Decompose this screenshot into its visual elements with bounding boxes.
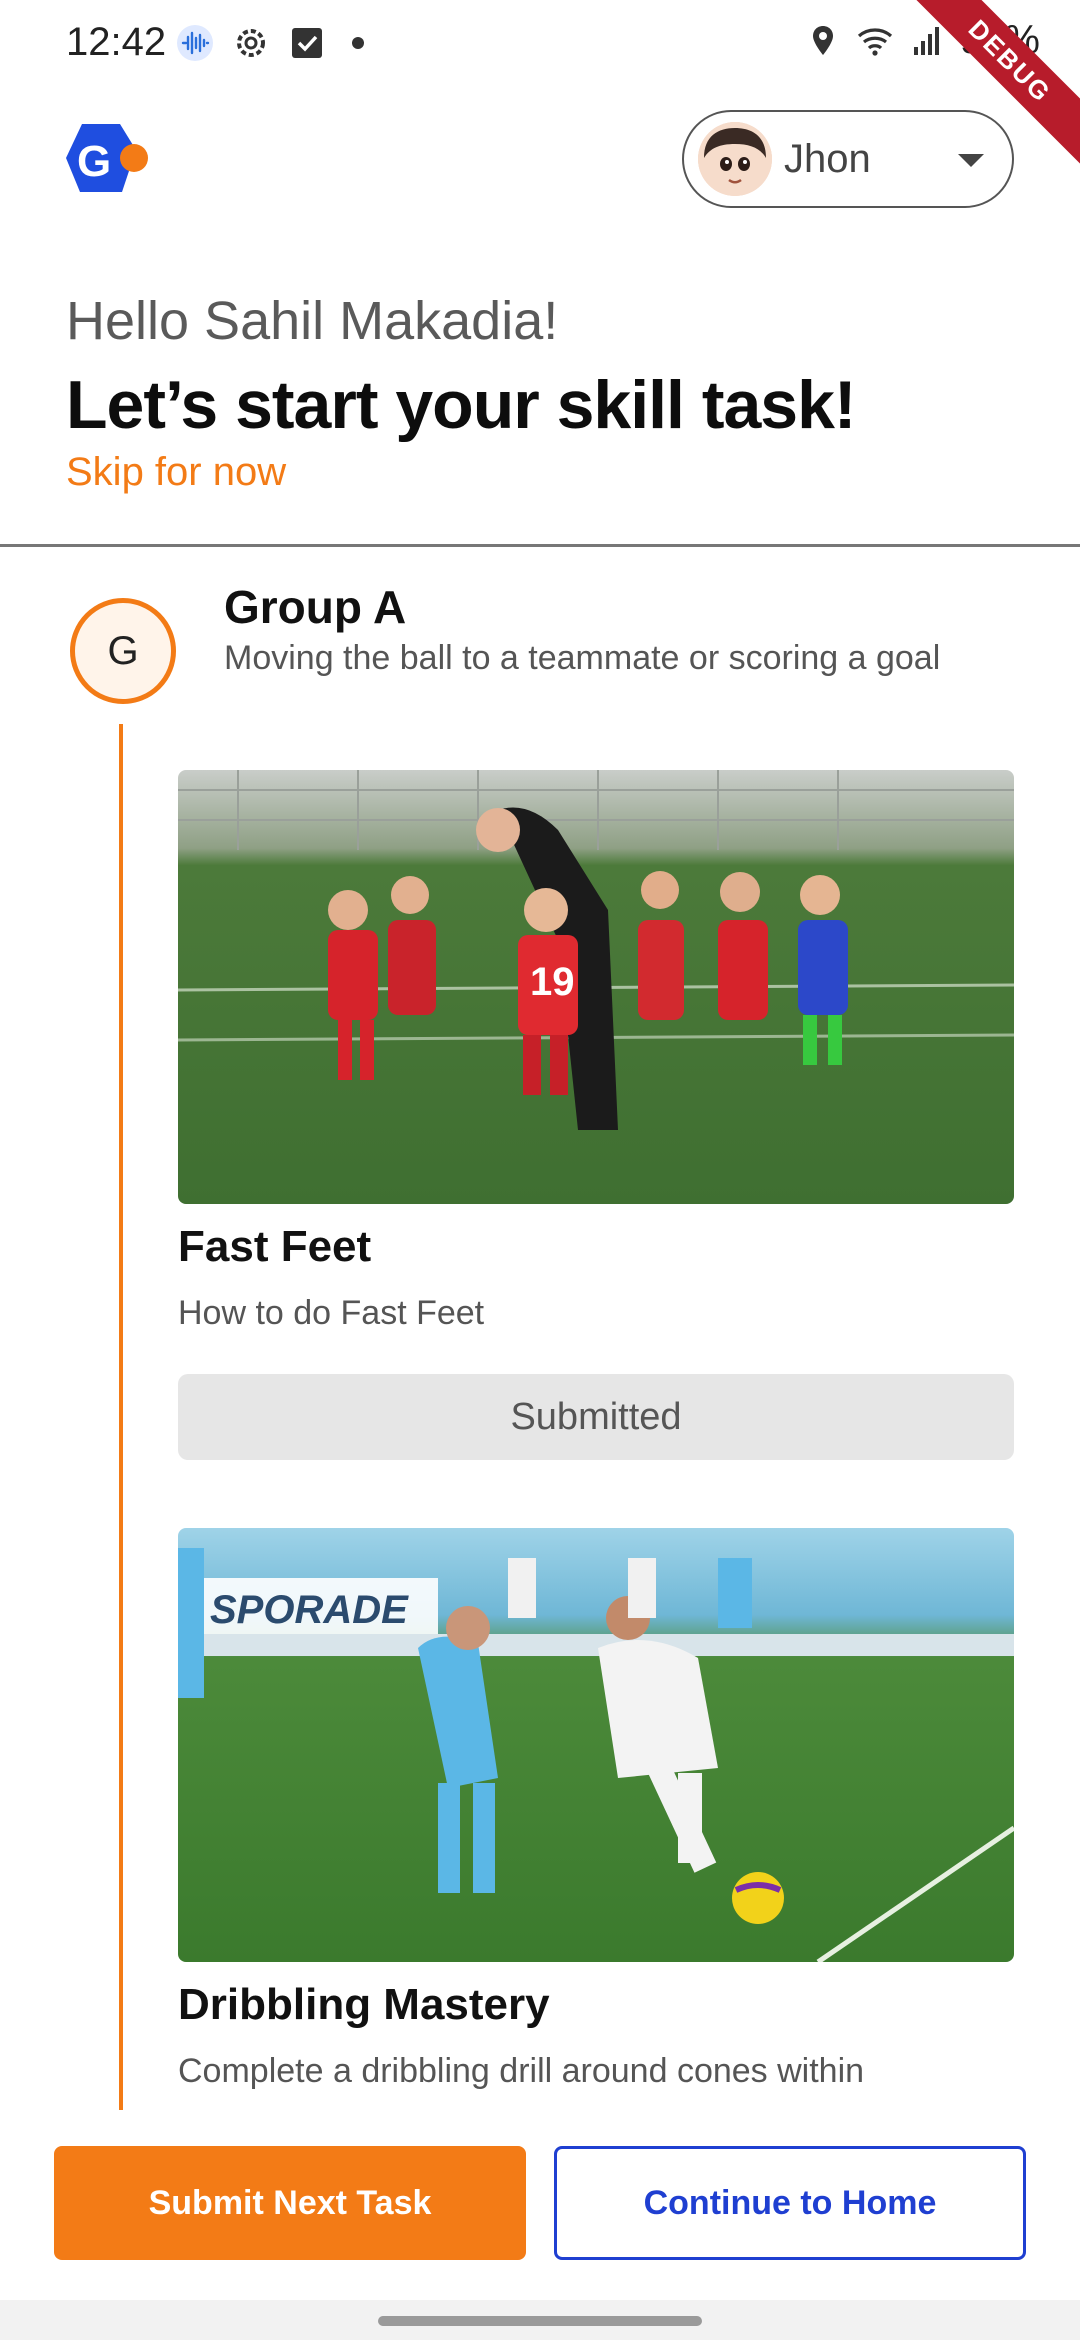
checkbox-icon [292, 28, 322, 58]
logo-mark-icon: G [66, 124, 148, 192]
task-title: Dribbling Mastery [178, 1980, 550, 2029]
group-badge-letter: G [107, 628, 139, 673]
user-avatar-icon [698, 122, 772, 196]
pro-soccer-photo: SPORADE [178, 1528, 1014, 1962]
status-bar: 12:42 99% DEBUG [0, 0, 1080, 177]
task-image-dribbling-mastery[interactable]: SPORADE [178, 1528, 1014, 1962]
wifi-icon [857, 27, 892, 56]
task-description: Complete a dribbling drill around cones … [178, 2052, 865, 2090]
app-logo: G [64, 118, 152, 198]
user-name: Jhon [784, 136, 871, 181]
section-divider [0, 544, 1080, 547]
submitted-status-button: Submitted [178, 1374, 1014, 1460]
avatar [698, 122, 772, 196]
system-nav-area [0, 2300, 1080, 2340]
voice-wave-icon [177, 25, 213, 61]
task-image-fast-feet[interactable]: 19 [178, 770, 1014, 1204]
notification-dot-icon [352, 37, 364, 49]
timeline-line [119, 724, 123, 2110]
task-title: Fast Feet [178, 1222, 372, 1271]
signal-bars-icon [913, 26, 939, 55]
greeting-text: Hello Sahil Makadia! [66, 291, 559, 351]
status-icons-left [176, 24, 364, 62]
group-badge: G [70, 598, 176, 704]
skip-for-now-link[interactable]: Skip for now [66, 450, 286, 495]
task-list-scroll-area[interactable]: G Group A Moving the ball to a teammate … [0, 548, 1080, 2110]
chevron-down-icon [958, 154, 984, 167]
svg-text:SPORADE: SPORADE [210, 1588, 409, 1632]
task-list-content: G Group A Moving the ball to a teammate … [0, 548, 1080, 2110]
home-indicator[interactable] [378, 2316, 702, 2326]
page-title: Let’s start your skill task! [66, 367, 857, 443]
svg-text:G: G [77, 137, 111, 186]
continue-to-home-button[interactable]: Continue to Home [554, 2146, 1026, 2260]
settings-gear-icon [237, 29, 265, 57]
task-description: How to do Fast Feet [178, 1294, 485, 1332]
svg-text:19: 19 [530, 960, 575, 1004]
group-description: Moving the ball to a teammate or scoring… [224, 639, 941, 677]
user-selector-dropdown[interactable]: Jhon [682, 110, 1014, 208]
group-title: Group A [224, 581, 407, 633]
submit-next-task-button[interactable]: Submit Next Task [54, 2146, 526, 2260]
youth-soccer-photo: 19 [178, 770, 1014, 1204]
bottom-action-bar: Submit Next Task Continue to Home [0, 2110, 1080, 2300]
status-time: 12:42 [66, 20, 167, 64]
location-pin-icon [812, 25, 833, 55]
